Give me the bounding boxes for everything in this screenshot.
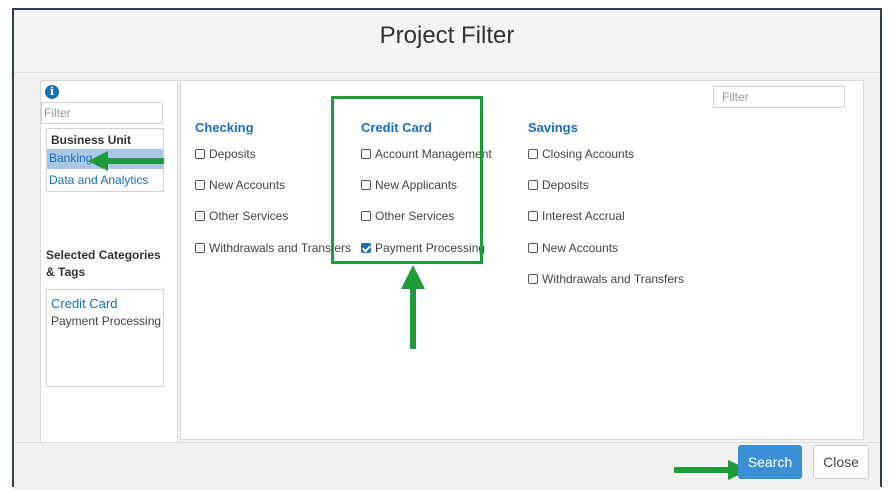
search-button[interactable]: Search xyxy=(738,445,802,479)
business-unit-title: Business Unit xyxy=(51,133,132,147)
selected-tag: Payment Processing xyxy=(51,314,162,328)
close-button[interactable]: Close xyxy=(813,445,869,479)
option-label: Deposits xyxy=(542,178,589,192)
checkbox[interactable] xyxy=(528,149,538,159)
left-panel: i Filter Business Unit Banking Data and … xyxy=(40,80,178,448)
business-unit-data-analytics[interactable]: Data and Analytics xyxy=(47,171,163,191)
column-title-checking: Checking xyxy=(195,120,254,135)
option-label: New Accounts xyxy=(209,178,286,192)
option-checking-deposits[interactable]: Deposits xyxy=(195,147,256,161)
option-label: Withdrawals and Transfers xyxy=(542,272,685,286)
checkbox[interactable] xyxy=(528,211,538,221)
left-filter-input[interactable]: Filter xyxy=(41,102,163,124)
option-savings-closing-accounts[interactable]: Closing Accounts xyxy=(528,147,634,161)
checkbox[interactable] xyxy=(528,274,538,284)
option-label: New Accounts xyxy=(542,241,619,255)
dialog-title: Project Filter xyxy=(379,22,515,49)
selected-category[interactable]: Credit Card xyxy=(51,296,117,311)
option-savings-withdrawals[interactable]: Withdrawals and Transfers xyxy=(528,272,684,286)
main-filter-input[interactable]: Filter xyxy=(713,86,845,108)
arrow-left-icon xyxy=(88,151,164,171)
checkbox[interactable] xyxy=(195,149,205,159)
checkbox[interactable] xyxy=(528,243,538,253)
column-title-savings: Savings xyxy=(528,120,578,135)
option-label: Withdrawals and Transfers xyxy=(209,241,352,255)
option-label: Closing Accounts xyxy=(542,147,635,161)
checkbox[interactable] xyxy=(195,211,205,221)
option-savings-deposits[interactable]: Deposits xyxy=(528,178,589,192)
option-label: Interest Accrual xyxy=(542,209,625,223)
highlight-box xyxy=(331,96,483,264)
info-icon[interactable]: i xyxy=(45,85,59,99)
selected-categories-box: Credit Card Payment Processing xyxy=(46,289,164,387)
option-checking-withdrawals[interactable]: Withdrawals and Transfers xyxy=(195,241,351,255)
option-label: Other Services xyxy=(209,209,289,223)
category-panel: Filter Checking Deposits New Accounts Ot… xyxy=(180,80,864,440)
checkbox[interactable] xyxy=(528,180,538,190)
option-savings-interest-accrual[interactable]: Interest Accrual xyxy=(528,209,625,223)
selected-categories-title: Selected Categories & Tags xyxy=(46,248,161,279)
option-checking-other-services[interactable]: Other Services xyxy=(195,209,288,223)
checkbox[interactable] xyxy=(195,180,205,190)
dialog-header: Project Filter xyxy=(14,10,880,73)
option-label: Deposits xyxy=(209,147,256,161)
option-checking-new-accounts[interactable]: New Accounts xyxy=(195,178,285,192)
arrow-up-icon xyxy=(401,265,425,349)
checkbox[interactable] xyxy=(195,243,205,253)
option-savings-new-accounts[interactable]: New Accounts xyxy=(528,241,618,255)
